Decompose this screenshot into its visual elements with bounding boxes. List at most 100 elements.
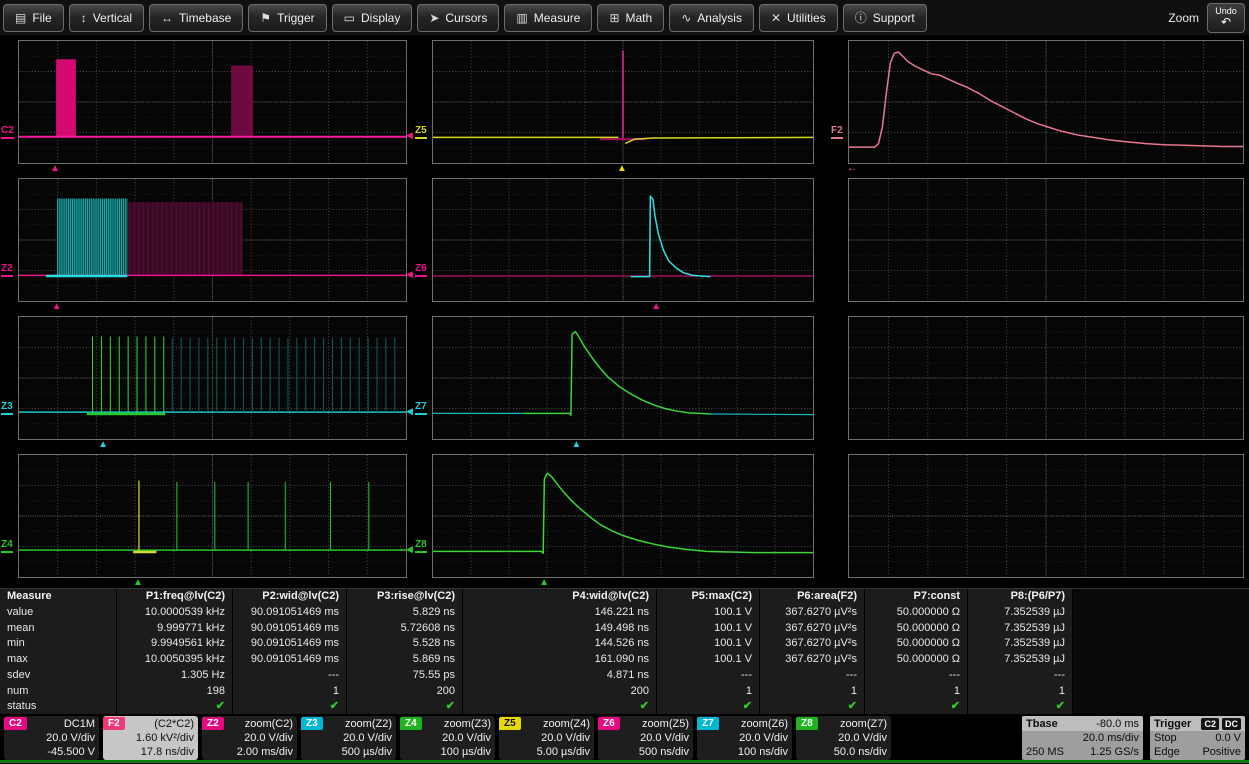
grid-z7[interactable]: [432, 316, 814, 440]
measure-column-header[interactable]: P4:wid@lv(C2): [463, 589, 656, 605]
grid-f2[interactable]: [848, 40, 1244, 164]
trace-label-z2: Z2: [1, 264, 13, 277]
measure-column-5: P5:max(C2)100.1 V100.1 V100.1 V100.1 V--…: [657, 589, 760, 715]
measure-value: 200: [347, 684, 462, 700]
grid-z4[interactable]: [18, 454, 407, 578]
measure-value: 200: [463, 684, 656, 700]
measure-column-header[interactable]: P8:(P6/P7): [968, 589, 1072, 605]
measure-column-header[interactable]: P6:area(F2): [760, 589, 864, 605]
trigger-level-marker-z2[interactable]: ◀: [406, 270, 413, 279]
measure-column-header[interactable]: P2:wid@lv(C2): [233, 589, 346, 605]
math-icon: ⊞: [609, 11, 619, 25]
descriptor-c2[interactable]: C2DC1M20.0 V/div-45.500 V: [4, 716, 99, 760]
menu-item-math[interactable]: ⊞Math: [597, 4, 664, 32]
grid-z5[interactable]: [432, 40, 814, 164]
trigger-header: Trigger C2 DC: [1150, 716, 1245, 731]
trigger-descriptor[interactable]: Trigger C2 DC Stop 0.0 V Edge Positive: [1150, 716, 1245, 760]
grid-z3[interactable]: [18, 316, 407, 440]
channel-chip-c2: C2: [4, 717, 27, 730]
measure-value: 5.829 ns: [347, 605, 462, 621]
timebase-header: Tbase -80.0 ms: [1022, 716, 1143, 731]
undo-button[interactable]: Undo ↶: [1207, 3, 1245, 33]
measure-column-header[interactable]: P3:rise@lv(C2): [347, 589, 462, 605]
trigger-position-marker-f2[interactable]: ←: [847, 164, 857, 174]
measure-value: 367.6270 µV²s: [760, 605, 864, 621]
descriptor-offset: 5.00 µs/div: [499, 745, 594, 759]
trigger-position-marker-z8[interactable]: ▲: [539, 578, 549, 588]
measure-value: 367.6270 µV²s: [760, 652, 864, 668]
menu-item-cursors[interactable]: ➤Cursors: [417, 4, 499, 32]
descriptor-z5[interactable]: Z5zoom(Z4)20.0 V/div5.00 µs/div: [499, 716, 594, 760]
trigger-level-marker-z4[interactable]: ◀: [406, 545, 413, 554]
timebase-descriptor[interactable]: Tbase -80.0 ms 20.0 ms/div 250 MS 1.25 G…: [1022, 716, 1143, 760]
measure-column-4: P4:wid@lv(C2)146.221 ns149.498 ns144.526…: [463, 589, 657, 715]
measure-value: 10.0000539 kHz: [117, 605, 232, 621]
trigger-position-marker-z2[interactable]: ▲: [52, 302, 62, 312]
trigger-position-marker-z4[interactable]: ▲: [133, 578, 143, 588]
trigger-position-marker-z7[interactable]: ▲: [571, 440, 581, 450]
trigger-position-marker-c2[interactable]: ▲: [50, 164, 60, 174]
menu-item-display[interactable]: ▭Display: [332, 4, 413, 32]
measure-value: 50.000000 Ω: [865, 621, 967, 637]
grid-r4c3[interactable]: [848, 454, 1244, 578]
trigger-slope: Positive: [1202, 746, 1241, 758]
descriptor-z2[interactable]: Z2zoom(C2)20.0 V/div2.00 ms/div: [202, 716, 297, 760]
grid-r3c3[interactable]: [848, 316, 1244, 440]
descriptor-z3[interactable]: Z3zoom(Z2)20.0 V/div500 µs/div: [301, 716, 396, 760]
measure-value: 367.6270 µV²s: [760, 621, 864, 637]
descriptor-z4[interactable]: Z4zoom(Z3)20.0 V/div100 µs/div: [400, 716, 495, 760]
measure-column-header[interactable]: P7:const: [865, 589, 967, 605]
trigger-position-marker-z3[interactable]: ▲: [98, 440, 108, 450]
menu-item-trigger[interactable]: ⚑Trigger: [248, 4, 326, 32]
measure-value: 7.352539 µJ: [968, 636, 1072, 652]
trigger-mode: Stop: [1154, 732, 1177, 744]
descriptor-offset: 500 µs/div: [301, 745, 396, 759]
vertical-icon: ↕: [81, 11, 87, 25]
measure-value: 161.090 ns: [463, 652, 656, 668]
grid-z2[interactable]: [18, 178, 407, 302]
menu-item-utilities[interactable]: ✕Utilities: [759, 4, 838, 32]
trigger-position-marker-z6[interactable]: ▲: [651, 302, 661, 312]
descriptor-scale: 20.0 V/div: [796, 731, 891, 745]
descriptor-source: zoom(Z3): [444, 718, 495, 730]
measure-value: 1: [760, 684, 864, 700]
grid-z6[interactable]: [432, 178, 814, 302]
measure-value: 4.871 ns: [463, 668, 656, 684]
descriptor-scale: 20.0 V/div: [301, 731, 396, 745]
timebase-offset: -80.0 ms: [1096, 718, 1139, 730]
grid-z8[interactable]: [432, 454, 814, 578]
grid-r2c3[interactable]: [848, 178, 1244, 302]
menu-item-timebase[interactable]: ↔Timebase: [149, 4, 243, 32]
descriptor-source: zoom(C2): [245, 718, 297, 730]
cursors-icon: ➤: [429, 11, 439, 25]
measure-value: 7.352539 µJ: [968, 652, 1072, 668]
menu-item-analysis[interactable]: ∿Analysis: [669, 4, 754, 32]
descriptor-offset: 100 ns/div: [697, 745, 792, 759]
descriptor-scale: 1.60 kV²/div: [103, 731, 198, 745]
menu-item-measure[interactable]: ▥Measure: [504, 4, 592, 32]
menu-item-vertical[interactable]: ↕ Vertical: [69, 4, 144, 32]
measure-column-header[interactable]: P1:freq@lv(C2): [117, 589, 232, 605]
measure-value: 10.0050395 kHz: [117, 652, 232, 668]
menu-bar-right: Zoom Undo ↶: [1168, 3, 1249, 33]
measure-table: MeasurevaluemeanminmaxsdevnumstatusP1:fr…: [0, 588, 1249, 715]
timebase-per-div: 20.0 ms/div: [1083, 732, 1139, 744]
measure-column-header[interactable]: P5:max(C2): [657, 589, 759, 605]
descriptor-scale: 20.0 V/div: [400, 731, 495, 745]
menu-item-label: Vertical: [93, 11, 132, 25]
status-check-icon: ✔: [760, 699, 864, 715]
measure-value: 5.869 ns: [347, 652, 462, 668]
trigger-icon: ⚑: [260, 11, 271, 25]
descriptor-z6[interactable]: Z6zoom(Z5)20.0 V/div500 ns/div: [598, 716, 693, 760]
grid-c2[interactable]: [18, 40, 407, 164]
trigger-level-marker-z3[interactable]: ◀: [406, 407, 413, 416]
trigger-position-marker-z5[interactable]: ▲: [617, 164, 627, 174]
descriptor-z7[interactable]: Z7zoom(Z6)20.0 V/div100 ns/div: [697, 716, 792, 760]
descriptor-z8[interactable]: Z8zoom(Z7)20.0 V/div50.0 ns/div: [796, 716, 891, 760]
measure-value: ---: [760, 668, 864, 684]
trigger-level-marker-c2[interactable]: ◀: [406, 131, 413, 140]
menu-item-support[interactable]: ⓘSupport: [843, 4, 927, 32]
menu-item-file[interactable]: ▤File: [3, 4, 64, 32]
descriptor-scale: 20.0 V/div: [499, 731, 594, 745]
descriptor-f2[interactable]: F2(C2*C2)1.60 kV²/div17.8 ns/div: [103, 716, 198, 760]
